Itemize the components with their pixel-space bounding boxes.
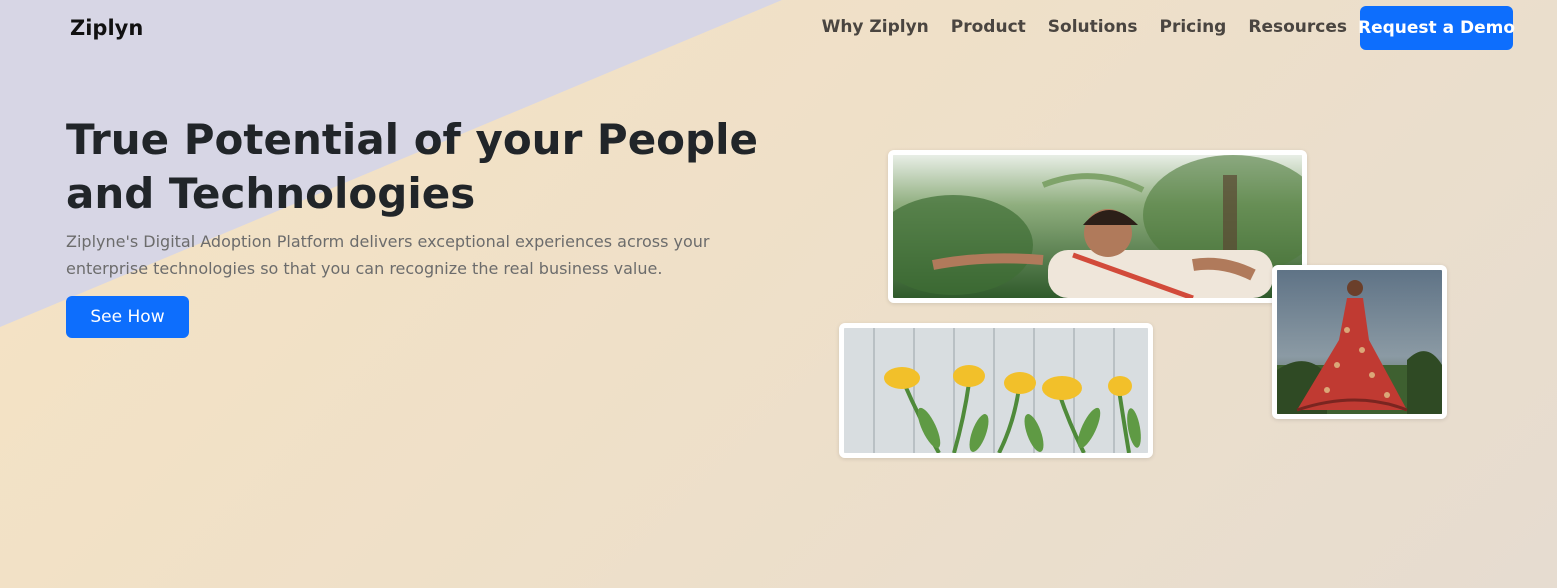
- nav-link-product[interactable]: Product: [951, 17, 1026, 37]
- hero-title: True Potential of your People and Techno…: [66, 115, 758, 218]
- nav-links: Why Ziplyn Product Solutions Pricing Res…: [822, 17, 1347, 37]
- top-navbar: Ziplyn Why Ziplyn Product Solutions Pric…: [0, 0, 1557, 58]
- request-demo-button[interactable]: Request a Demo: [1358, 6, 1515, 50]
- hero-image-tulips: [839, 323, 1153, 458]
- hero-image-dress-woman: [1272, 265, 1447, 419]
- nav-link-why-ziplyn[interactable]: Why Ziplyn: [822, 17, 929, 37]
- hero-image-forest-woman: [888, 150, 1307, 303]
- nav-link-resources[interactable]: Resources: [1248, 17, 1347, 37]
- hero-subtitle: Ziplyne's Digital Adoption Platform deli…: [66, 232, 710, 278]
- nav-link-pricing[interactable]: Pricing: [1160, 17, 1227, 37]
- nav-link-solutions[interactable]: Solutions: [1048, 17, 1138, 37]
- brand-logo[interactable]: Ziplyn: [70, 16, 143, 40]
- see-how-button[interactable]: See How: [66, 296, 189, 338]
